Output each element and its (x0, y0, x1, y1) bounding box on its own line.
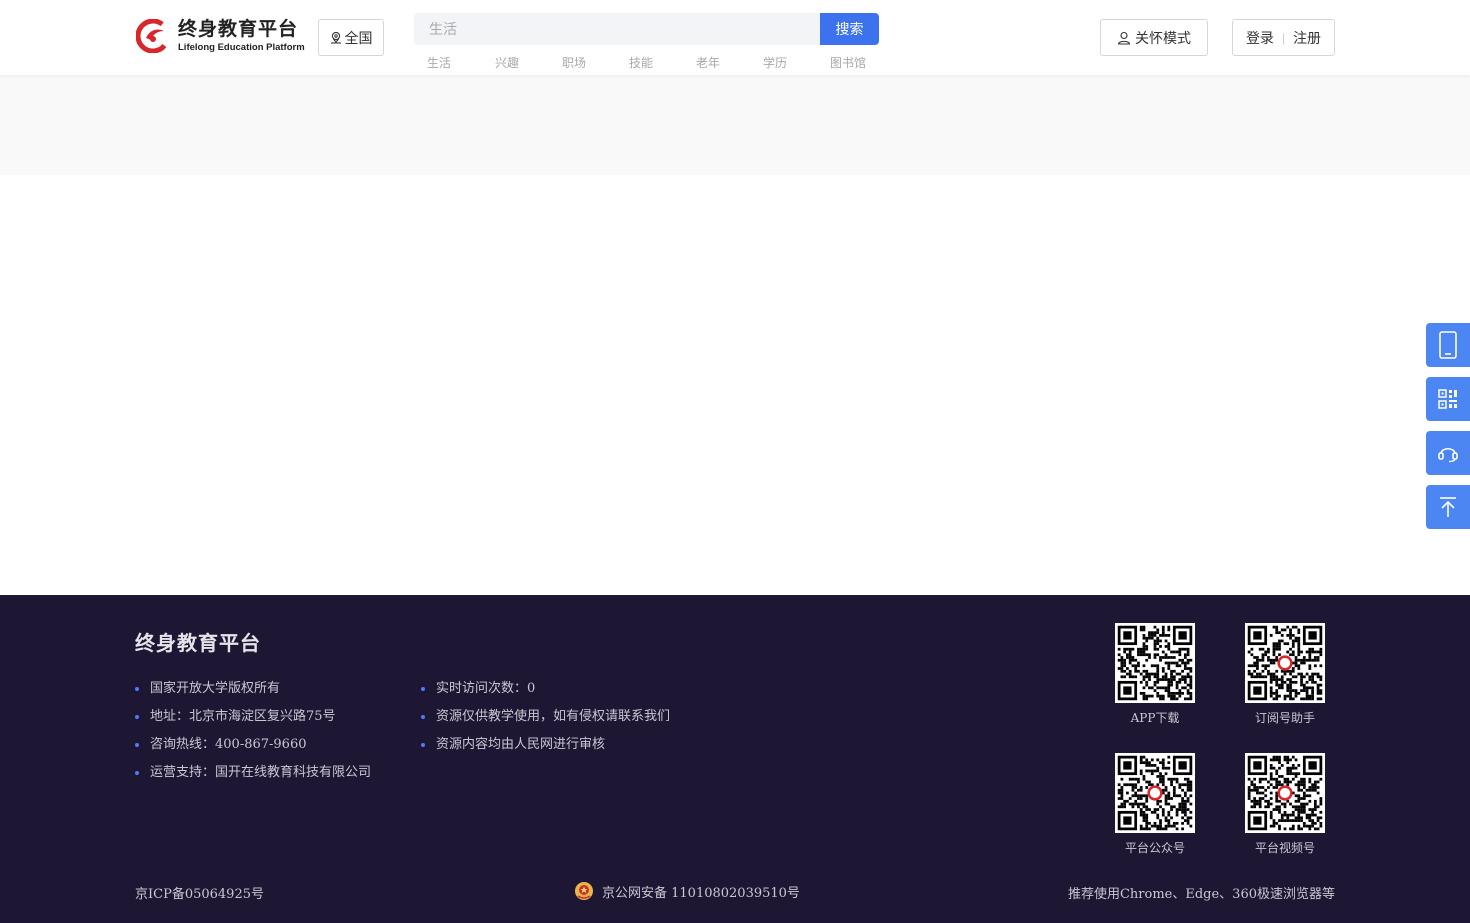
location-pin-icon (330, 31, 341, 44)
site-logo[interactable]: 终身教育平台 Lifelong Education Platform (135, 18, 306, 54)
search-button[interactable]: 搜索 (820, 13, 879, 45)
register-link[interactable]: 注册 (1293, 28, 1321, 48)
police-badge-icon (575, 882, 593, 900)
police-record-label: 京公网安备 11010802039510号 (602, 885, 800, 901)
qr-caption: 订阅号助手 (1254, 711, 1315, 725)
mobile-app-button[interactable] (1426, 323, 1470, 367)
region-label: 全国 (344, 29, 373, 46)
care-mode-label: 关怀模式 (1135, 29, 1191, 46)
logo-mark-icon (135, 18, 171, 54)
list-item: 资源仅供教学使用，如有侵权请联系我们 (421, 709, 670, 737)
hot-tag-library[interactable]: 图书馆 (830, 54, 866, 71)
region-selector-button[interactable]: 全国 (318, 19, 384, 56)
mobile-icon (1439, 331, 1457, 359)
search-input[interactable]: 生活 (414, 13, 820, 45)
care-mode-button[interactable]: 关怀模式 (1100, 19, 1208, 56)
list-item: 资源内容均由人民网进行审核 (421, 737, 670, 765)
browser-tip: 推荐使用Chrome、Edge、360极速浏览器等 (1067, 887, 1335, 902)
back-to-top-button[interactable] (1426, 485, 1470, 529)
hot-tag-degree[interactable]: 学历 (763, 54, 787, 71)
qr-video-account: 平台视频号 (1245, 753, 1325, 856)
site-header: 终身教育平台 Lifelong Education Platform 全国 生活… (0, 0, 1470, 75)
footer-notice-list: 实时访问次数：0 资源仅供教学使用，如有侵权请联系我们 资源内容均由人民网进行审… (421, 681, 670, 765)
qrcode-image (1115, 623, 1195, 703)
qr-official-account: 平台公众号 (1115, 753, 1195, 856)
police-record-link[interactable]: 京公网安备 11010802039510号 (574, 881, 800, 901)
qr-caption: APP下载 (1130, 711, 1180, 725)
qr-app-download: APP下载 (1115, 623, 1195, 726)
hot-tag-life[interactable]: 生活 (427, 54, 451, 71)
site-footer: 终身教育平台 国家开放大学版权所有 地址：北京市海淀区复兴路75号 咨询热线：4… (0, 595, 1470, 923)
icp-record-link[interactable]: 京ICP备05064925号 (135, 883, 264, 902)
list-item: 国家开放大学版权所有 (135, 681, 371, 709)
hot-tag-career[interactable]: 职场 (562, 54, 586, 71)
qrcode-image (1245, 623, 1325, 703)
list-item: 地址：北京市海淀区复兴路75号 (135, 709, 371, 737)
qr-caption: 平台公众号 (1124, 841, 1185, 855)
footer-info-list: 国家开放大学版权所有 地址：北京市海淀区复兴路75号 咨询热线：400-867-… (135, 681, 371, 793)
list-item: 运营支持：国开在线教育科技有限公司 (135, 765, 371, 793)
logo-subtitle: Lifelong Education Platform (178, 41, 305, 53)
search-placeholder: 生活 (429, 21, 457, 37)
hot-tag-elderly[interactable]: 老年 (696, 54, 720, 71)
list-item: 咨询热线：400-867-9660 (135, 737, 371, 765)
qrcode-image (1245, 753, 1325, 833)
qr-subscription: 订阅号助手 (1245, 623, 1325, 726)
user-icon (1117, 31, 1131, 45)
logo-title: 终身教育平台 (178, 18, 299, 40)
customer-service-button[interactable] (1426, 431, 1470, 475)
qr-caption: 平台视频号 (1254, 841, 1315, 855)
back-to-top-icon (1440, 497, 1456, 517)
auth-box: 登录 | 注册 (1232, 19, 1335, 56)
qrcode-icon (1438, 389, 1457, 409)
hot-tag-skill[interactable]: 技能 (629, 54, 653, 71)
qrcode-image (1115, 753, 1195, 833)
banner-area (0, 75, 1470, 175)
list-item: 实时访问次数：0 (421, 681, 670, 709)
login-link[interactable]: 登录 (1246, 28, 1274, 48)
side-float-toolbar (1426, 323, 1470, 539)
auth-divider: | (1281, 30, 1286, 45)
qrcode-button[interactable] (1426, 377, 1470, 421)
hot-tag-interest[interactable]: 兴趣 (495, 54, 519, 71)
footer-title: 终身教育平台 (135, 633, 261, 655)
headset-icon (1438, 447, 1458, 463)
